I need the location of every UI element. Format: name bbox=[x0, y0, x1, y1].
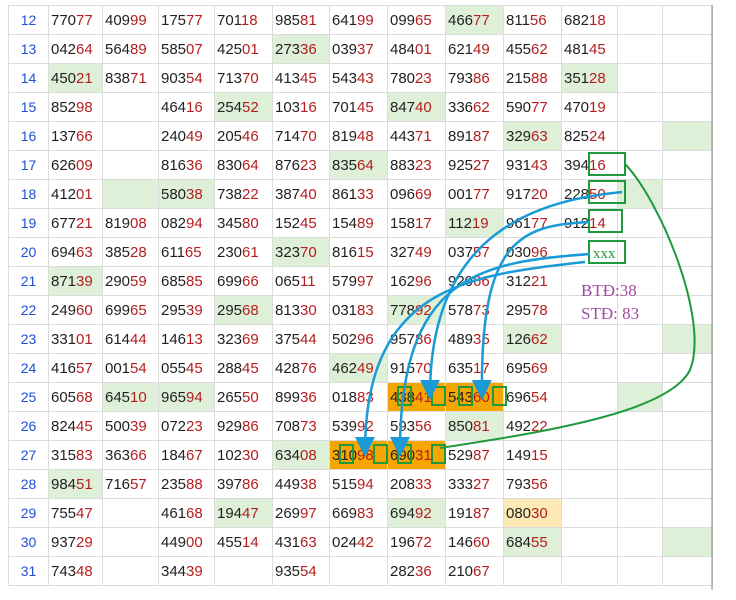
blue-arrow-1 bbox=[471, 220, 591, 400]
digit-box-25-b bbox=[431, 386, 446, 406]
blue-arrow-4 bbox=[355, 260, 586, 457]
digit-box-25-d bbox=[492, 386, 507, 406]
highlight-box-91214 bbox=[588, 209, 623, 233]
digit-box-25-c bbox=[458, 386, 473, 406]
blue-arrow-3 bbox=[390, 252, 591, 457]
highlight-box-xxx bbox=[588, 240, 626, 264]
green-curve-arrow bbox=[439, 163, 696, 449]
digit-box-27-a bbox=[339, 444, 354, 464]
highlight-box-39416 bbox=[588, 152, 626, 176]
blue-arrow-2 bbox=[420, 190, 623, 400]
overlay-arrows-and-boxes bbox=[339, 5, 713, 590]
digit-box-27-b bbox=[373, 444, 388, 464]
